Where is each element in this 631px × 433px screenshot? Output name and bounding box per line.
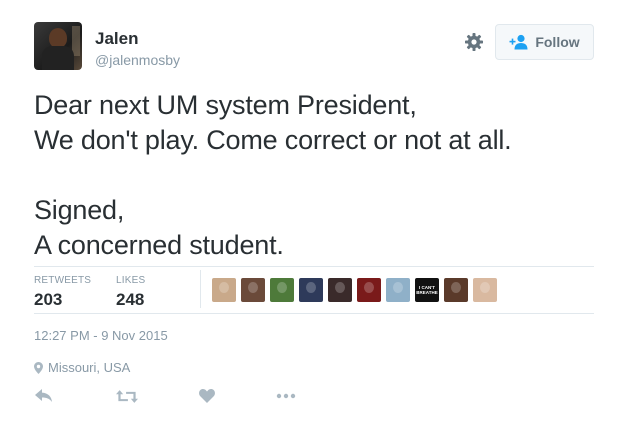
likes-stat[interactable]: LIKES 248 <box>116 275 145 310</box>
user-name[interactable]: Jalen <box>95 29 138 49</box>
liker-avatar[interactable] <box>270 278 294 302</box>
heart-icon[interactable] <box>197 386 217 406</box>
liker-avatar[interactable] <box>328 278 352 302</box>
reply-icon[interactable] <box>34 386 54 406</box>
follow-button[interactable]: Follow <box>495 24 594 60</box>
avatar-body <box>42 46 74 70</box>
liker-avatar-face <box>219 282 229 293</box>
tweet-stats: RETWEETS 203 LIKES 248 I CAN'T BREATHE <box>34 266 594 313</box>
likes-label: LIKES <box>116 275 146 286</box>
liker-avatar-face <box>480 282 490 293</box>
liker-avatar[interactable] <box>444 278 468 302</box>
tweet-location[interactable]: Missouri, USA <box>34 360 130 375</box>
liker-avatar-caption: I CAN'T BREATHE <box>416 285 438 295</box>
liker-avatar-face <box>393 282 403 293</box>
gear-icon[interactable] <box>464 32 484 52</box>
liker-avatar[interactable] <box>357 278 381 302</box>
liker-avatar-face <box>277 282 287 293</box>
retweets-count: 203 <box>34 290 63 309</box>
follow-label: Follow <box>535 34 580 50</box>
tweet-actions <box>34 386 334 408</box>
liker-avatar[interactable] <box>386 278 410 302</box>
liker-avatar[interactable] <box>299 278 323 302</box>
location-label: Missouri, USA <box>48 360 131 375</box>
liker-avatar-face <box>335 282 345 293</box>
liker-avatar-face <box>248 282 258 293</box>
retweet-icon[interactable] <box>115 386 139 406</box>
avatar-head <box>49 28 67 48</box>
liker-avatar-face <box>451 282 461 293</box>
liker-avatar[interactable] <box>473 278 497 302</box>
stats-bottom-divider <box>34 313 594 314</box>
stats-separator <box>200 270 201 308</box>
more-icon[interactable] <box>275 386 297 406</box>
tweet-timestamp[interactable]: 12:27 PM - 9 Nov 2015 <box>34 328 168 343</box>
liker-avatar[interactable] <box>241 278 265 302</box>
profile-avatar[interactable] <box>34 22 82 70</box>
user-handle[interactable]: @jalenmosby <box>95 52 180 68</box>
tweet-text: Dear next UM system President, We don't … <box>34 90 512 260</box>
liker-avatar-face <box>306 282 316 293</box>
location-pin-icon <box>34 361 43 374</box>
retweets-stat[interactable]: RETWEETS 203 <box>34 275 91 310</box>
likes-count: 248 <box>116 290 145 309</box>
liker-avatar-face <box>364 282 374 293</box>
liker-avatar[interactable] <box>212 278 236 302</box>
liker-avatars: I CAN'T BREATHE <box>212 278 497 302</box>
retweets-label: RETWEETS <box>34 275 92 286</box>
liker-avatar[interactable]: I CAN'T BREATHE <box>415 278 439 302</box>
add-user-icon <box>509 34 528 50</box>
